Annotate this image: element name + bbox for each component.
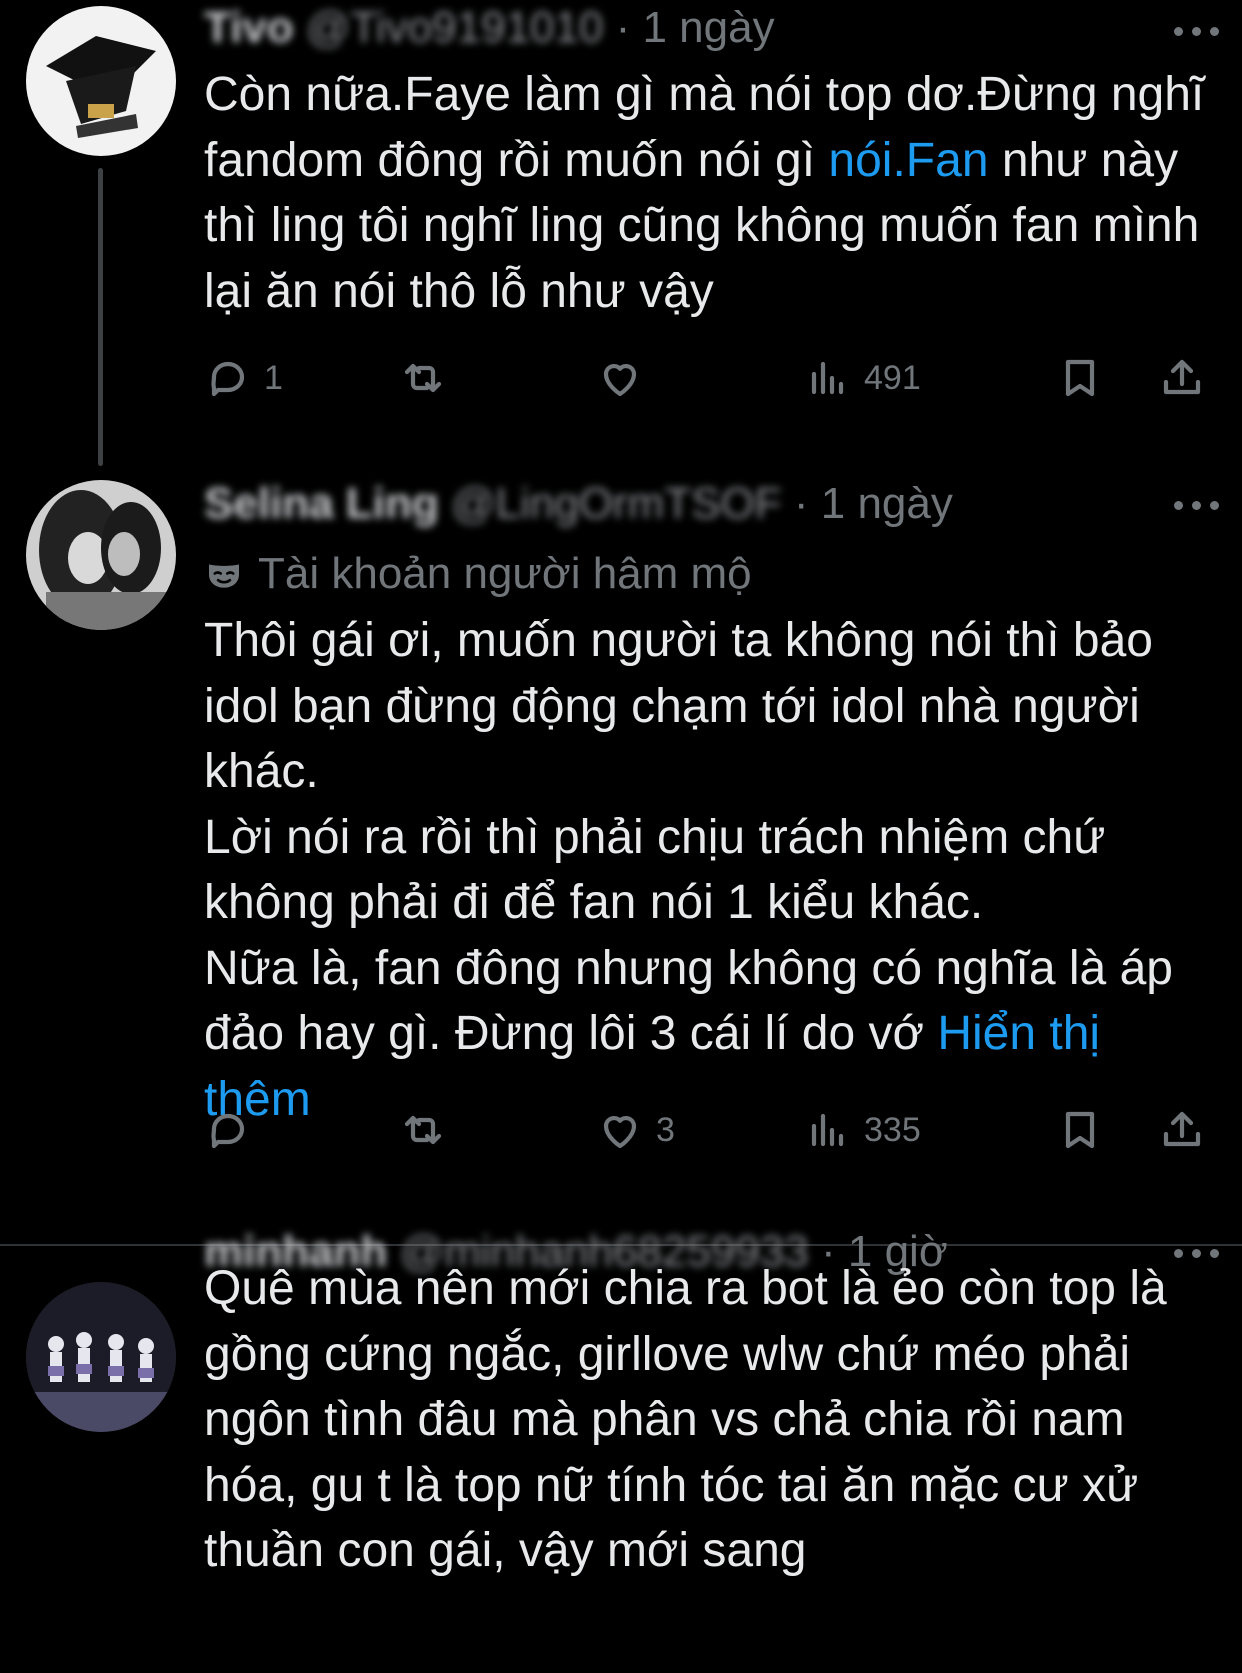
retweet-button[interactable]: [399, 1100, 447, 1160]
mask-icon: [209, 564, 239, 589]
reply-button[interactable]: [204, 1100, 252, 1160]
tweet-2[interactable]: Selina Ling @LingOrmTSOF · 1 ngày Tài kh…: [0, 460, 1242, 1240]
heart-icon: [603, 364, 637, 397]
avatar-image: [26, 1282, 176, 1432]
share-icon: [1163, 1111, 1201, 1147]
more-options-icon[interactable]: [1168, 474, 1228, 534]
tweet-text: Thôi gái ơi, muốn người ta không nói thì…: [204, 614, 1173, 1126]
views-count: 491: [864, 358, 921, 397]
reply-button[interactable]: 1: [204, 348, 283, 408]
bookmark-button[interactable]: [1056, 1100, 1104, 1160]
tweet-text: Quê mùa nên mới chia ra bot là ẻo còn to…: [204, 1262, 1167, 1577]
heart-icon: [603, 1116, 637, 1149]
analytics-icon: [811, 361, 844, 395]
bookmark-icon: [1065, 359, 1095, 397]
action-bar: 1 491: [204, 348, 1214, 408]
reply-icon: [211, 1113, 245, 1149]
fan-account-label: Tài khoản người hâm mộ: [204, 544, 752, 604]
share-button[interactable]: [1158, 348, 1206, 408]
author-name-and-handle[interactable]: Selina Ling @LingOrmTSOF: [204, 479, 782, 528]
like-button[interactable]: 3: [596, 1100, 675, 1160]
views-count: 335: [864, 1110, 921, 1149]
reply-icon: [211, 361, 245, 397]
avatar[interactable]: [26, 480, 176, 630]
timestamp[interactable]: · 1 ngày: [616, 3, 775, 52]
thread-line: [98, 168, 103, 466]
retweet-icon: [404, 1115, 442, 1145]
tweet-text: Còn nữa.Faye làm gì mà nói top dơ.Đừng n…: [204, 68, 1205, 318]
tweet-header: Tivo @Tivo9191010 · 1 ngày: [204, 0, 1222, 58]
like-count: 3: [656, 1110, 675, 1149]
retweet-button[interactable]: [399, 348, 447, 408]
avatar[interactable]: [26, 1282, 176, 1432]
tweet-1[interactable]: Tivo @Tivo9191010 · 1 ngày Còn nữa.Faye …: [0, 0, 1242, 466]
tweet-header: Selina Ling @LingOrmTSOF · 1 ngày: [204, 474, 1222, 534]
action-bar: 3 335: [204, 1100, 1214, 1160]
like-button[interactable]: [596, 348, 644, 408]
avatar-image: [26, 6, 176, 156]
bookmark-button[interactable]: [1056, 348, 1104, 408]
avatar-image: [26, 480, 176, 630]
views-button[interactable]: 491: [804, 348, 921, 408]
tweet-3[interactable]: minhanh @minhanh68259933 · 1 giờ Quê mùa…: [0, 1227, 1242, 1673]
share-icon: [1163, 359, 1201, 395]
bookmark-icon: [1065, 1111, 1095, 1149]
more-options-icon[interactable]: [1168, 0, 1228, 60]
avatar[interactable]: [26, 6, 176, 156]
retweet-icon: [404, 363, 442, 393]
analytics-icon: [811, 1113, 844, 1147]
reply-count: 1: [264, 358, 283, 397]
replies-timeline: Tivo @Tivo9191010 · 1 ngày Còn nữa.Faye …: [0, 0, 1242, 1673]
timestamp[interactable]: · 1 ngày: [794, 479, 953, 528]
share-button[interactable]: [1158, 1100, 1206, 1160]
author-name-and-handle[interactable]: Tivo @Tivo9191010: [204, 3, 603, 52]
mention-link[interactable]: nói.Fan: [828, 134, 988, 187]
views-button[interactable]: 335: [804, 1100, 921, 1160]
